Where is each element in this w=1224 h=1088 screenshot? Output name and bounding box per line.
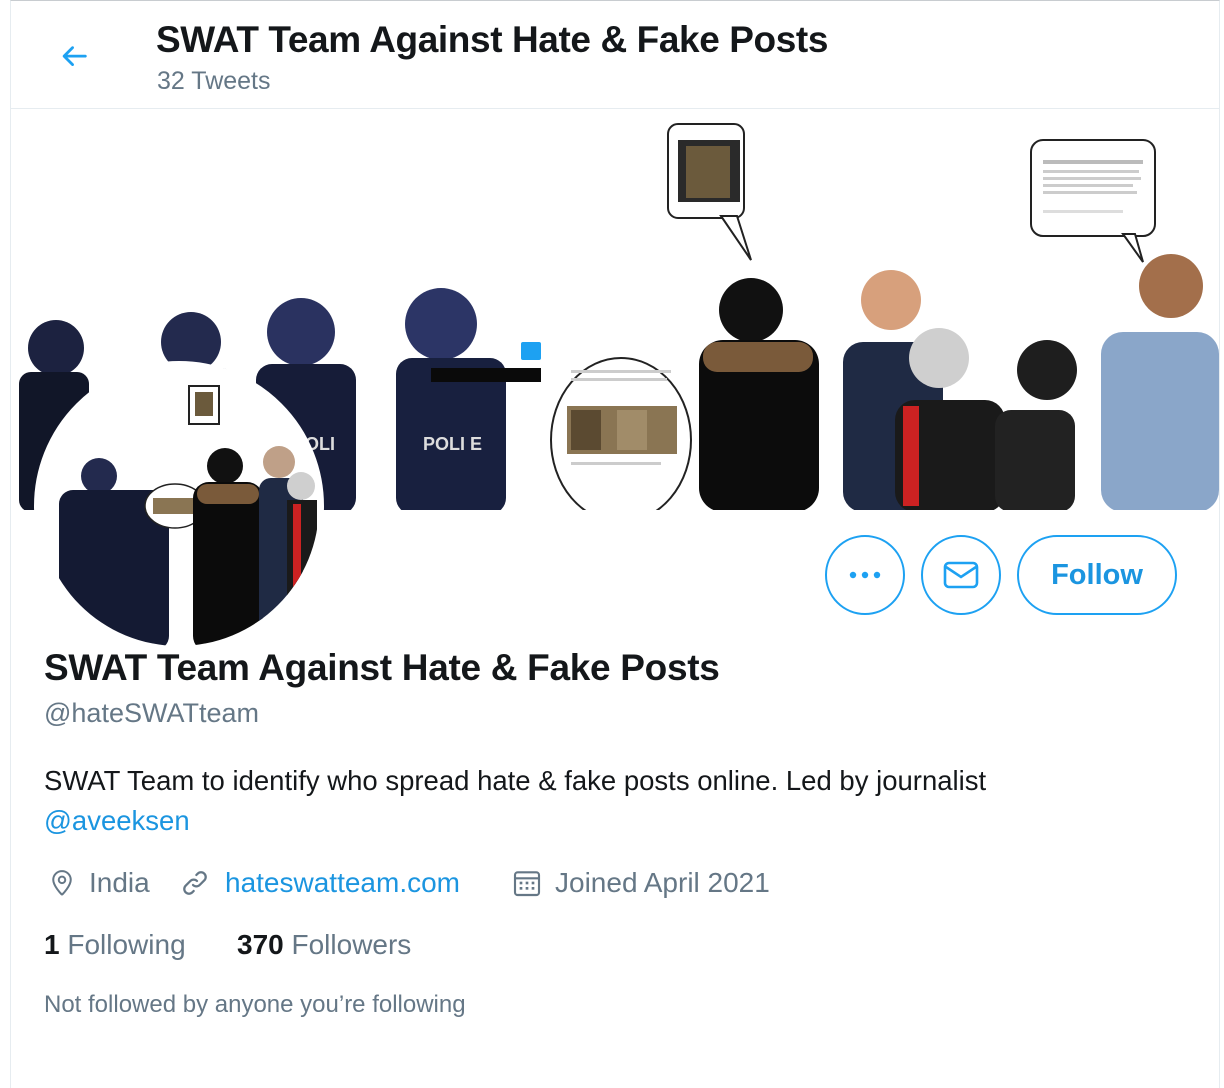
follow-button[interactable]: Follow	[1017, 535, 1177, 615]
not-followed-notice: Not followed by anyone you’re following	[44, 991, 466, 1018]
following-link[interactable]: 1 Following	[44, 929, 186, 961]
svg-text:POLI E: POLI E	[423, 434, 482, 454]
bird-icon	[521, 342, 541, 360]
crowd-figures	[699, 254, 1219, 510]
profile-avatar[interactable]	[34, 361, 324, 651]
message-button[interactable]	[921, 535, 1001, 615]
following-label: Following	[67, 929, 186, 960]
calendar-icon	[513, 871, 541, 897]
location-item: India	[47, 863, 150, 903]
tweet-bubble-image	[667, 123, 752, 261]
followers-label: Followers	[291, 929, 412, 960]
followers-link[interactable]: 370 Followers	[237, 929, 411, 961]
link-icon	[183, 871, 207, 895]
avatar-image	[39, 366, 319, 646]
location-pin-icon	[52, 870, 72, 896]
more-options-button[interactable]	[825, 535, 905, 615]
profile-bio: SWAT Team to identify who spread hate & …	[44, 761, 1194, 841]
tweet-bubble-photo	[550, 357, 692, 510]
bio-text: SWAT Team to identify who spread hate & …	[44, 765, 987, 796]
bio-mention-link[interactable]: @aveeksen	[44, 805, 190, 836]
tweet-bubble-text	[1030, 139, 1156, 263]
header-title: SWAT Team Against Hate & Fake Posts	[156, 19, 829, 60]
ellipsis-icon	[849, 571, 881, 579]
profile-column: SWAT Team Against Hate & Fake Posts 32 T…	[10, 0, 1220, 1088]
profile-name: SWAT Team Against Hate & Fake Posts	[44, 647, 720, 688]
profile-header-bar: SWAT Team Against Hate & Fake Posts 32 T…	[11, 1, 1219, 109]
profile-handle: @hateSWATteam	[44, 698, 259, 728]
website-link[interactable]: hateswatteam.com	[225, 867, 460, 899]
envelope-icon	[943, 561, 979, 589]
following-count: 1	[44, 929, 60, 960]
followers-count: 370	[237, 929, 284, 960]
back-button[interactable]	[49, 31, 99, 81]
joined-item: Joined April 2021	[511, 863, 770, 903]
arrow-left-icon	[62, 46, 87, 67]
location-text: India	[89, 867, 150, 898]
joined-text: Joined April 2021	[555, 867, 770, 898]
website-item: hateswatteam.com	[179, 863, 460, 903]
tweet-count: 32 Tweets	[157, 67, 271, 95]
